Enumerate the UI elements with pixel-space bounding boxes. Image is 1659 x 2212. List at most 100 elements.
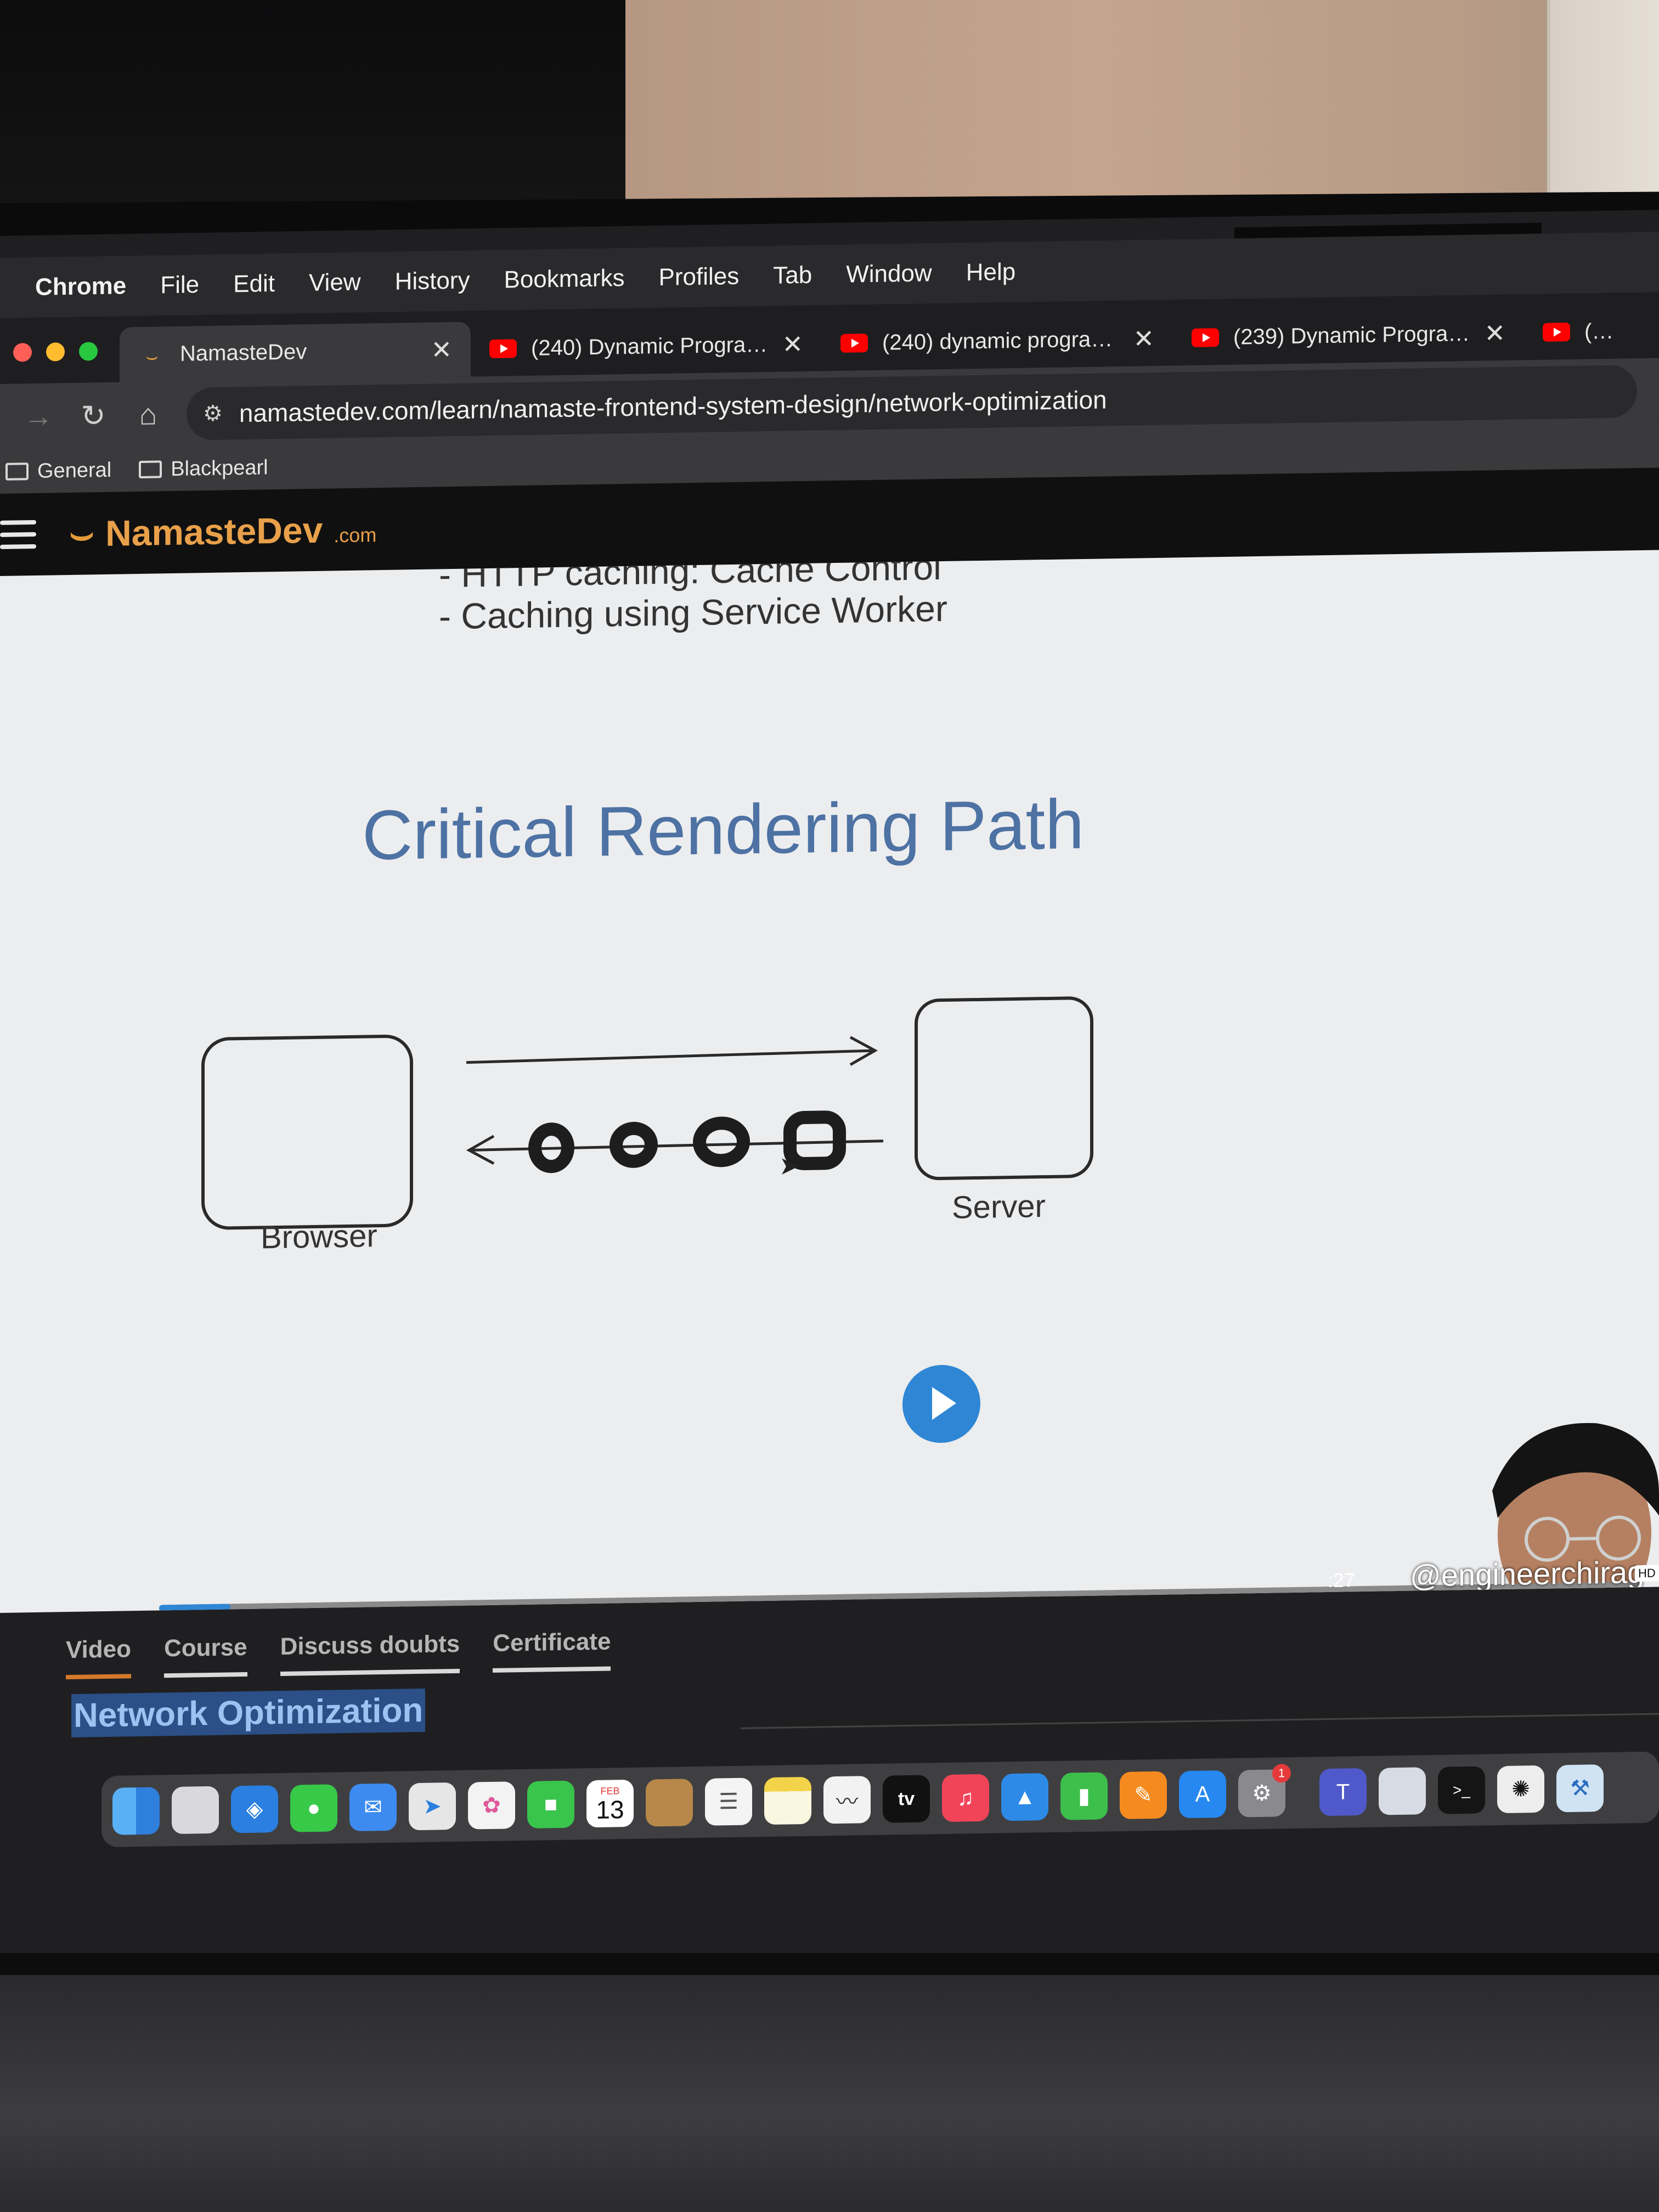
calendar-icon[interactable]: FEB 13 [586,1779,634,1828]
safari-icon[interactable]: ◈ [231,1785,278,1833]
terminal-icon[interactable]: >_ [1438,1766,1485,1814]
menu-tab[interactable]: Tab [773,262,812,290]
folder-icon [5,462,29,481]
launchpad-icon[interactable] [172,1786,219,1835]
tab-discuss-doubts[interactable]: Discuss doubts [280,1630,460,1676]
chatgpt-icon[interactable]: ✺ [1497,1765,1544,1814]
tv-icon[interactable]: tv [883,1775,930,1823]
mouse-cursor-icon: ➤ [779,1151,800,1180]
server-box [915,996,1093,1181]
hamburger-menu-icon[interactable] [0,520,36,549]
menubar-app-name[interactable]: Chrome [35,272,126,301]
photos-icon[interactable]: ✿ [468,1781,515,1830]
numbers-icon[interactable]: ▮ [1060,1772,1108,1820]
preview-icon[interactable] [1379,1767,1426,1815]
tab-title: (240) dynamic programm [882,326,1120,355]
browser-tab-youtube-4[interactable]: (239) [1524,303,1634,360]
reload-icon[interactable]: ↻ [77,398,110,433]
freeform-icon[interactable]: 〰 [823,1776,871,1824]
logo-name: NamasteDev [105,509,323,554]
tab-video[interactable]: Video [66,1635,132,1680]
menu-edit[interactable]: Edit [233,270,275,298]
data-packet [610,1121,658,1168]
notes-icon[interactable] [764,1776,811,1825]
video-time: :27 [1328,1568,1356,1592]
address-url: namastedev.com/learn/namaste-frontend-sy… [239,385,1107,428]
teams-icon[interactable]: T [1319,1768,1367,1816]
minimize-window-button[interactable] [46,342,65,362]
youtube-icon [489,339,517,358]
pages-icon[interactable]: ✎ [1120,1771,1167,1819]
hd-badge[interactable]: HD [1635,1565,1659,1582]
close-tab-icon[interactable]: ✕ [1484,318,1505,348]
tab-title: (240) Dynamic Programm [531,332,769,360]
room-background-left [0,0,625,230]
messages-icon[interactable]: ● [290,1784,337,1832]
home-icon[interactable]: ⌂ [132,397,165,432]
request-arrow-line [466,1049,876,1064]
creator-watermark: @engineerchirag [1410,1554,1645,1593]
video-player[interactable]: - HTTP caching: Cache Control - Caching … [0,550,1659,1613]
zoom-window-button[interactable] [79,342,98,361]
calendar-day: 13 [596,1795,624,1824]
tab-title: (239) [1584,319,1615,344]
tv-label: tv [898,1788,915,1809]
namastedev-logo-icon: ⌣ [69,511,95,555]
menu-profiles[interactable]: Profiles [659,263,740,291]
contacts-icon[interactable] [646,1779,693,1827]
menu-window[interactable]: Window [846,259,932,288]
bookmark-label: Blackpearl [171,455,268,481]
wall-outlet [1547,0,1659,208]
logo-tld: .com [334,523,377,547]
system-settings-icon[interactable]: ⚙ 1 [1238,1764,1291,1818]
bookmark-general[interactable]: General [5,458,111,483]
browser-box [201,1034,413,1230]
menu-history[interactable]: History [395,267,470,296]
tab-certificate[interactable]: Certificate [493,1628,611,1673]
bookmark-label: General [37,458,112,483]
divider [741,1713,1659,1729]
mail-icon[interactable]: ✉ [349,1783,397,1831]
close-tab-icon[interactable]: ✕ [431,335,452,365]
slide-title: Critical Rendering Path [362,785,1085,875]
close-tab-icon[interactable]: ✕ [782,329,803,359]
laptop-body [0,1975,1659,2212]
browser-label: Browser [261,1218,377,1256]
laptop-screen: Chrome File Edit View History Bookmarks … [0,210,1659,1992]
play-icon[interactable] [902,1364,980,1444]
menu-bookmarks[interactable]: Bookmarks [504,264,624,294]
lesson-title: Network Optimization [71,1688,426,1737]
browser-tab-namastedev[interactable]: ⌣ NamasteDev ✕ [120,321,471,382]
keynote-icon[interactable]: ▲ [1001,1773,1048,1821]
app-store-icon[interactable]: A [1179,1770,1226,1819]
youtube-icon [840,334,868,353]
tab-course[interactable]: Course [164,1633,247,1678]
close-window-button[interactable] [13,343,32,362]
site-settings-icon[interactable]: ⚙ [203,401,223,427]
tab-title: NamasteDev [180,339,307,366]
lesson-tabs: Video Course Discuss doubts Certificate [66,1628,611,1680]
slide-prev-line: - Caching using Service Worker [439,588,947,637]
bookmark-blackpearl[interactable]: Blackpearl [139,456,268,482]
browser-tab-youtube-2[interactable]: (240) dynamic programm ✕ [822,311,1173,371]
menu-file[interactable]: File [160,271,199,299]
music-icon[interactable]: ♫ [942,1774,989,1822]
finder-icon[interactable] [112,1787,160,1835]
macos-dock: ◈ ● ✉ ➤ ✿ ■ FEB 13 ☰ 〰 tv ♫ ▲ ▮ ✎ A ⚙ 1 … [101,1751,1659,1848]
browser-tab-youtube-3[interactable]: (239) Dynamic Programm ✕ [1173,305,1524,365]
data-packet [693,1116,750,1167]
maps-icon[interactable]: ➤ [409,1782,456,1831]
reminders-icon[interactable]: ☰ [705,1778,752,1826]
forward-arrow-icon[interactable]: → [22,399,55,433]
server-label: Server [952,1188,1046,1226]
menu-help[interactable]: Help [966,258,1016,286]
close-tab-icon[interactable]: ✕ [1133,324,1154,354]
notification-badge: 1 [1272,1764,1291,1783]
video-progress-fill [159,1604,230,1612]
xcode-icon[interactable]: ⚒ [1556,1764,1604,1813]
browser-tab-youtube-1[interactable]: (240) Dynamic Programm ✕ [471,316,822,376]
facetime-icon[interactable]: ■ [527,1780,574,1829]
namastedev-favicon: ⌣ [145,345,159,368]
namastedev-logo[interactable]: ⌣ NamasteDev .com [69,506,376,556]
menu-view[interactable]: View [309,269,361,297]
